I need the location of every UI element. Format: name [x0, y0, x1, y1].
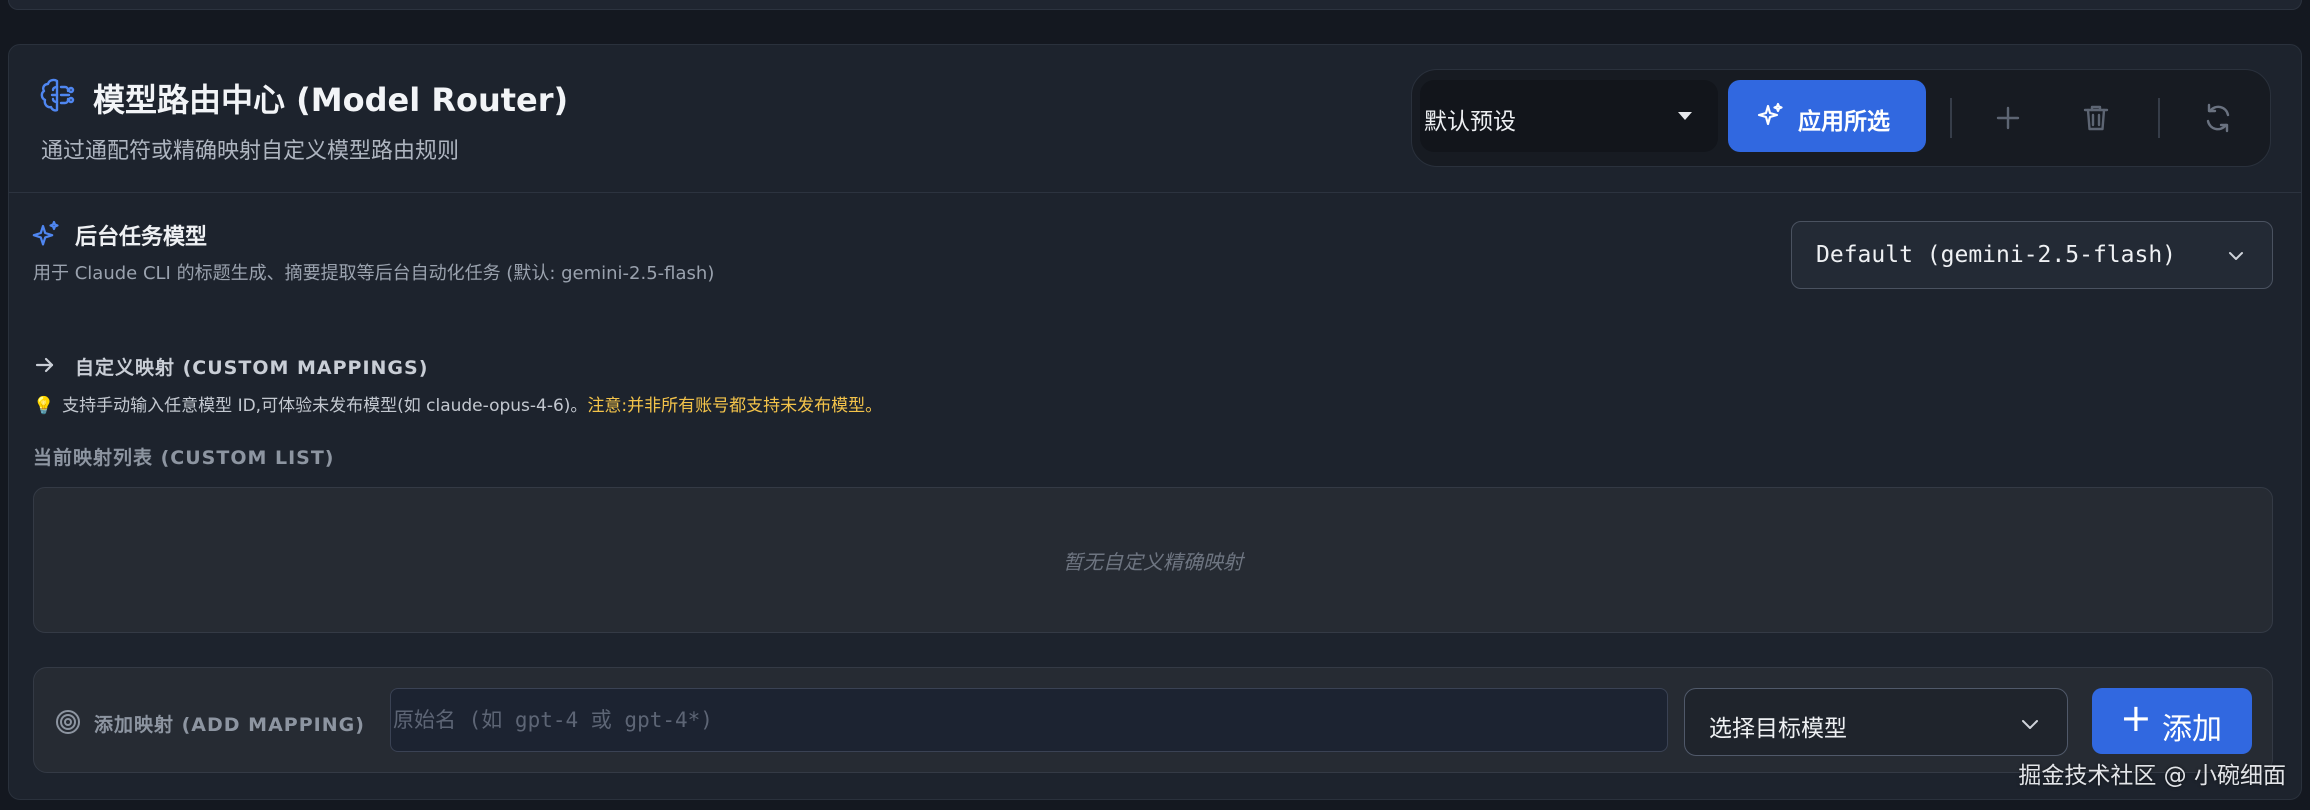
empty-list-message: 暂无自定义精确映射: [1063, 550, 1243, 574]
card-header: 模型路由中心 (Model Router) 通过通配符或精确映射自定义模型路由规…: [9, 45, 2301, 193]
source-model-input[interactable]: [390, 688, 1668, 752]
page-title: 模型路由中心 (Model Router): [93, 81, 569, 119]
sparkles-icon: [32, 220, 59, 246]
target-model-select[interactable]: 选择目标模型: [1684, 688, 2068, 756]
caret-down-icon: [1678, 112, 1692, 120]
custom-list-title: 当前映射列表 (CUSTOM LIST): [33, 447, 335, 469]
watermark: 掘金技术社区 @ 小碗细面: [2018, 763, 2286, 789]
brain-icon: [40, 78, 75, 112]
refresh-icon[interactable]: [2198, 98, 2238, 138]
trash-icon[interactable]: [2076, 98, 2116, 138]
add-mapping-button[interactable]: + 添加: [2092, 688, 2252, 754]
apply-selected-button[interactable]: 应用所选: [1728, 80, 1926, 152]
page-subtitle: 通过通配符或精确映射自定义模型路由规则: [41, 139, 460, 164]
chevron-down-icon: [2229, 252, 2243, 260]
toolbar-divider: [2158, 98, 2160, 138]
add-mapping-bar: 添加映射 (ADD MAPPING) 选择目标模型 + 添加: [33, 667, 2273, 773]
custom-mappings-tip: 💡 支持手动输入任意模型 ID,可体验未发布模型(如 claude-opus-4-…: [33, 391, 882, 416]
tip-warning: 注意:并非所有账号都支持未发布模型。: [587, 396, 883, 416]
previous-card-edge: [8, 0, 2302, 10]
lightbulb-icon: 💡: [33, 396, 55, 416]
arrow-right-icon: [35, 357, 54, 373]
preset-select[interactable]: 默认预设: [1420, 80, 1718, 152]
background-task-title: 后台任务模型: [75, 225, 208, 250]
add-mapping-button-label: 添加: [2162, 712, 2222, 747]
apply-selected-label: 应用所选: [1798, 109, 1890, 135]
plus-icon: +: [2120, 696, 2152, 740]
target-model-placeholder: 选择目标模型: [1709, 716, 1847, 742]
sparkles-icon: [1757, 102, 1783, 126]
add-mapping-label: 添加映射 (ADD MAPPING): [94, 714, 365, 736]
background-model-select[interactable]: Default (gemini-2.5-flash): [1791, 221, 2273, 289]
custom-mappings-title: 自定义映射 (CUSTOM MAPPINGS): [75, 357, 429, 379]
model-router-card: 模型路由中心 (Model Router) 通过通配符或精确映射自定义模型路由规…: [8, 44, 2302, 800]
chevron-down-icon: [2022, 720, 2038, 729]
tip-text: 支持手动输入任意模型 ID,可体验未发布模型(如 claude-opus-4-6…: [62, 396, 588, 416]
preset-toolbar: 默认预设 应用所选: [1411, 69, 2271, 167]
plus-icon[interactable]: [1988, 98, 2028, 138]
toolbar-divider: [1950, 98, 1952, 138]
background-model-value: Default (gemini-2.5-flash): [1816, 242, 2177, 268]
custom-mapping-list: 暂无自定义精确映射: [33, 487, 2273, 633]
background-task-description: 用于 Claude CLI 的标题生成、摘要提取等后台自动化任务 (默认: ge…: [33, 263, 715, 284]
target-icon: [56, 710, 80, 734]
preset-select-value: 默认预设: [1424, 109, 1516, 135]
